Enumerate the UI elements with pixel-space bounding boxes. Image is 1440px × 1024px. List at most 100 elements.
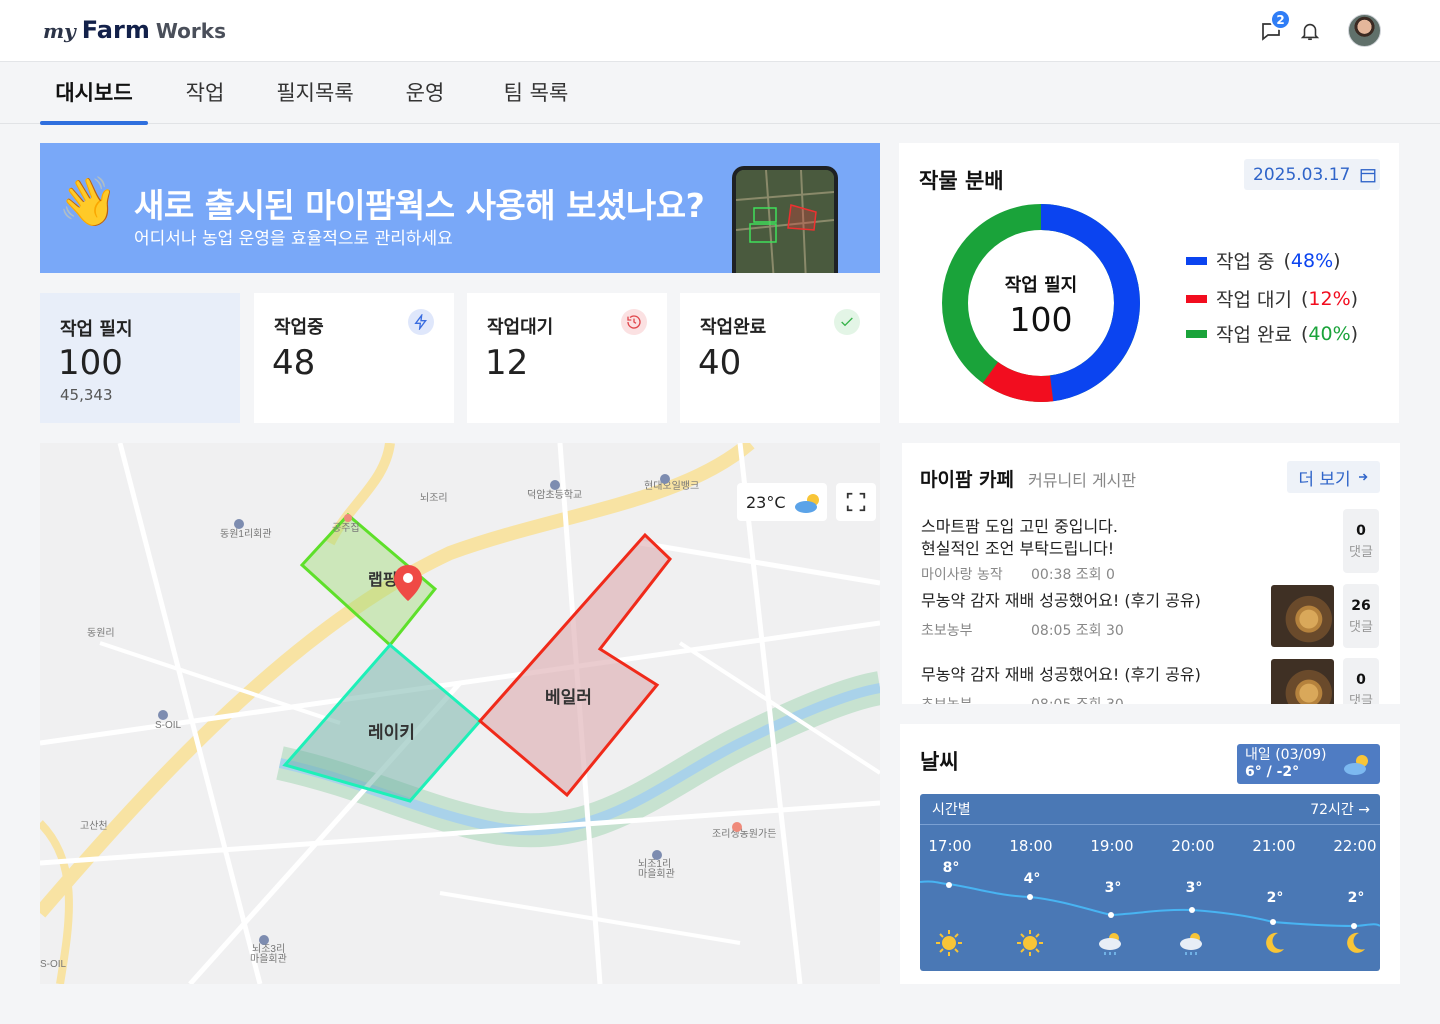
moon-icon xyxy=(1347,932,1365,953)
place-label: 고산천 xyxy=(80,820,108,832)
tab-team-list[interactable]: 팀 목록 xyxy=(488,62,584,124)
post-title: 현실적인 조언 부탁드립니다! xyxy=(921,539,1115,558)
tab-operations[interactable]: 운영 xyxy=(390,62,460,124)
comment-number: 26 xyxy=(1351,598,1371,614)
waving-hand-icon: 👋 xyxy=(58,174,118,230)
map-temperature: 23°C xyxy=(746,492,786,512)
post-thumbnail-image xyxy=(1271,659,1334,704)
weather-card: 날씨 내일 (03/09) 6° / -2° 시간별 72시간 → 17:00 … xyxy=(900,724,1400,984)
sun-icon xyxy=(936,930,962,956)
sun-icon xyxy=(1017,930,1043,956)
hourly-forecast-panel: 시간별 72시간 → 17:00 18:00 19:00 20:00 21:00… xyxy=(920,794,1380,971)
banner-title: 새로 출시된 마이팜웍스 사용해 보셨나요? xyxy=(134,186,705,225)
field-map[interactable]: 랩핑기 레이키 베일러 뇌조리 덕암초등학교 현대오일뱅크 동원1리회관 동원리… xyxy=(40,443,880,984)
temp-label: 8° xyxy=(942,860,960,876)
fullscreen-button[interactable] xyxy=(836,483,876,521)
legend-percent: 12% xyxy=(1308,287,1351,310)
calendar-icon xyxy=(1360,168,1376,182)
legend-percent: 40% xyxy=(1308,322,1351,345)
weather-title: 날씨 xyxy=(920,750,959,774)
comment-number: 0 xyxy=(1356,672,1366,688)
community-cafe-card: 마이팜 카페 커뮤니티 게시판 더 보기 스마트팜 도입 고민 중입니다. 현실… xyxy=(902,443,1400,704)
tab-dashboard[interactable]: 대시보드 xyxy=(40,62,148,125)
app-logo[interactable]: my Farm Works xyxy=(43,16,226,44)
legend-swatch xyxy=(1186,256,1207,265)
comment-label: 댓글 xyxy=(1349,694,1373,704)
post-author: 초보농부 xyxy=(921,623,973,639)
cafe-title: 마이팜 카페 xyxy=(920,469,1015,491)
list-item[interactable]: 스마트팜 도입 고민 중입니다. 현실적인 조언 부탁드립니다! 마이사랑 농작… xyxy=(921,516,1381,584)
place-label: 마을회관 xyxy=(638,868,675,880)
donut-center-label: 작업 필지 xyxy=(1004,275,1078,296)
stat-label: 작업대기 xyxy=(487,317,554,338)
stat-label: 작업완료 xyxy=(700,317,767,338)
post-time: 08:05 조회 30 xyxy=(1031,623,1124,639)
place-label: S-OIL xyxy=(40,959,67,970)
lightning-icon xyxy=(408,309,434,335)
more-button[interactable]: 더 보기 xyxy=(1287,461,1380,493)
place-label: 동원리 xyxy=(87,627,115,639)
stat-value: 48 xyxy=(272,343,316,383)
stat-card-completed[interactable]: 작업완료 40 xyxy=(680,293,880,423)
place-label: S-OIL xyxy=(155,720,182,731)
post-author: 초보농부 xyxy=(921,694,1031,704)
stat-sub-value: 45,343 xyxy=(60,386,113,404)
tab-bar: 대시보드 작업 필지목록 운영 팀 목록 xyxy=(0,62,1440,125)
post-time: 00:38 조회 0 xyxy=(1031,567,1115,583)
field-label-rake: 레이키 xyxy=(368,723,415,742)
legend-item-waiting: 작업 대기 (12%) xyxy=(1186,285,1386,312)
check-icon xyxy=(834,309,860,335)
comment-count: 26 댓글 xyxy=(1343,584,1379,648)
cloud-rain-icon xyxy=(1180,933,1202,955)
banner-subtitle: 어디서나 농업 운영을 효율적으로 관리하세요 xyxy=(134,229,453,249)
promo-banner[interactable]: 👋 새로 출시된 마이팜웍스 사용해 보셨나요? 어디서나 농업 운영을 효율적… xyxy=(40,143,880,273)
arrow-right-icon xyxy=(1358,473,1368,481)
stat-card-total[interactable]: 작업 필지 100 45,343 xyxy=(40,293,240,423)
comment-count: 0 댓글 xyxy=(1343,509,1379,573)
tab-tasks[interactable]: 작업 xyxy=(170,62,240,124)
avatar[interactable] xyxy=(1348,14,1381,47)
history-clock-icon xyxy=(621,309,647,335)
legend-percent: 48% xyxy=(1290,249,1334,272)
comment-count: 0 댓글 xyxy=(1343,658,1379,704)
temp-label: 3° xyxy=(1185,880,1203,896)
place-label: 조리생농원가든 xyxy=(712,828,776,840)
comment-number: 0 xyxy=(1356,523,1366,539)
top-bar: my Farm Works 2 xyxy=(0,0,1440,62)
cafe-subtitle: 커뮤니티 게시판 xyxy=(1028,471,1137,490)
cloud-rain-icon xyxy=(1099,933,1121,955)
map-weather-chip[interactable]: 23°C xyxy=(737,483,827,521)
fullscreen-icon xyxy=(846,492,866,512)
stat-value: 40 xyxy=(698,343,742,383)
legend-label: 작업 완료 xyxy=(1216,324,1292,346)
logo-my: my xyxy=(43,19,76,43)
crop-card-title: 작물 분배 xyxy=(919,169,1004,193)
partly-cloudy-icon xyxy=(1344,755,1368,775)
moon-icon xyxy=(1266,932,1284,953)
date-picker-button[interactable]: 2025.03.17 xyxy=(1244,159,1380,190)
donut-center-value: 100 xyxy=(1009,300,1073,339)
place-label: 덕암초등학교 xyxy=(527,489,582,501)
post-author: 마이사랑 농작 xyxy=(921,567,1003,583)
place-label: 현대오일뱅크 xyxy=(644,480,699,492)
more-label: 더 보기 xyxy=(1298,469,1351,490)
temp-label: 2° xyxy=(1347,890,1365,906)
stat-card-waiting[interactable]: 작업대기 12 xyxy=(467,293,667,423)
map-canvas: 랩핑기 레이키 베일러 뇌조리 덕암초등학교 현대오일뱅크 동원1리회관 동원리… xyxy=(40,443,880,984)
stat-card-in-progress[interactable]: 작업중 48 xyxy=(254,293,454,423)
legend-item-in-progress: 작업 중 (48%) xyxy=(1186,247,1386,274)
place-label: 공주집 xyxy=(332,522,360,534)
stat-value: 100 xyxy=(58,343,123,383)
field-label-baler: 베일러 xyxy=(545,688,592,707)
bell-icon[interactable] xyxy=(1297,18,1323,44)
logo-works: Works xyxy=(155,19,226,43)
legend-label: 작업 대기 xyxy=(1216,289,1292,311)
post-title: 스마트팜 도입 고민 중입니다. xyxy=(921,517,1118,536)
comment-label: 댓글 xyxy=(1349,545,1373,560)
tomorrow-forecast[interactable]: 내일 (03/09) 6° / -2° xyxy=(1237,744,1380,784)
tab-field-list[interactable]: 필지목록 xyxy=(265,62,365,124)
place-label: 뇌조리 xyxy=(420,492,448,504)
place-label: 동원1리회관 xyxy=(220,528,272,540)
phone-mockup-image xyxy=(732,166,838,273)
legend-label: 작업 중 xyxy=(1216,251,1275,273)
